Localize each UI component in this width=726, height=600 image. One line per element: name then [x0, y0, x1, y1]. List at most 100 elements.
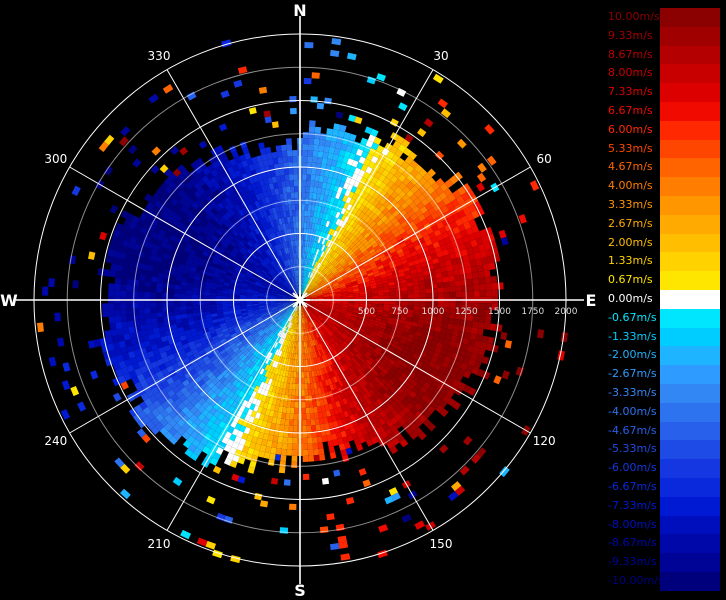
velocity-cell	[295, 389, 299, 396]
velocity-cell	[134, 461, 145, 472]
velocity-cell	[42, 286, 49, 296]
velocity-cell	[126, 302, 133, 310]
velocity-cell	[180, 293, 187, 298]
velocity-cell	[206, 495, 216, 505]
velocity-cell	[301, 192, 306, 199]
velocity-cell	[186, 294, 193, 299]
velocity-cell	[491, 289, 498, 297]
velocity-cell	[71, 185, 81, 196]
velocity-cell	[499, 466, 510, 478]
velocity-cell	[126, 278, 134, 286]
velocity-cell	[234, 301, 241, 304]
velocity-cell	[156, 292, 163, 298]
velocity-cell	[407, 286, 414, 291]
radar-ppi-display[interactable]: 3060120150210240300330500 750 1000 1250 1500…	[0, 0, 600, 600]
velocity-cell	[216, 295, 223, 299]
velocity-cell	[291, 395, 295, 402]
velocity-cell	[134, 267, 141, 275]
velocity-cell	[278, 466, 286, 474]
velocity-cell	[144, 286, 151, 293]
velocity-cell	[313, 454, 320, 462]
velocity-cell	[460, 319, 467, 327]
velocity-cell	[312, 150, 319, 158]
velocity-cell	[169, 279, 176, 285]
velocity-cell	[465, 320, 473, 328]
velocity-cell	[419, 293, 426, 298]
velocity-cell	[120, 315, 128, 322]
velocity-cell	[61, 380, 71, 391]
velocity-cell	[172, 476, 183, 487]
velocity-cell	[453, 269, 460, 276]
velocity-cell	[102, 310, 109, 318]
velocity-cell	[315, 424, 321, 431]
velocity-cell	[198, 301, 205, 306]
velocity-cell	[311, 425, 317, 432]
velocity-cell	[192, 305, 199, 310]
velocity-cell	[307, 144, 314, 151]
velocity-cell	[148, 93, 159, 104]
velocity-cell	[156, 287, 163, 293]
velocity-cell	[267, 459, 275, 466]
velocity-cell	[292, 383, 296, 390]
velocity-cell	[501, 370, 510, 380]
velocity-cell	[326, 128, 334, 136]
velocity-cell	[477, 162, 487, 173]
velocity-cell	[341, 297, 348, 300]
velocity-cell	[362, 479, 371, 488]
velocity-cell	[120, 126, 131, 137]
velocity-cell	[307, 150, 314, 157]
velocity-cell	[289, 503, 297, 510]
velocity-cell	[138, 302, 145, 309]
velocity-cell	[478, 277, 486, 285]
velocity-cell	[311, 168, 317, 175]
velocity-cell	[287, 395, 292, 402]
velocity-cell	[441, 271, 449, 278]
velocity-cell	[116, 264, 124, 272]
velocity-cell	[345, 497, 355, 505]
velocity-cell	[300, 347, 303, 354]
velocity-cell	[284, 419, 290, 426]
velocity-cell	[169, 315, 176, 321]
velocity-cell	[286, 443, 293, 450]
velocity-cell	[138, 280, 146, 287]
velocity-cell	[271, 441, 278, 449]
velocity-cell	[48, 356, 57, 367]
velocity-cell	[464, 326, 472, 334]
velocity-cell	[389, 291, 396, 296]
velocity-cell	[448, 281, 456, 287]
velocity-cell	[485, 290, 492, 297]
velocity-cell	[470, 327, 478, 335]
velocity-cell	[291, 455, 298, 462]
velocity-cell	[301, 186, 306, 193]
velocity-cell	[277, 436, 284, 443]
velocity-cell	[134, 325, 141, 333]
velocity-cell	[485, 283, 492, 291]
velocity-cell	[292, 377, 296, 384]
velocity-cell	[282, 437, 288, 444]
velocity-cell	[198, 291, 205, 295]
velocity-cell	[395, 301, 402, 306]
velocity-cell	[192, 290, 199, 295]
velocity-cell	[318, 448, 325, 455]
velocity-cell	[476, 172, 487, 183]
velocity-cell	[293, 425, 298, 432]
velocity-cell	[150, 286, 157, 293]
velocity-cell	[118, 136, 129, 147]
velocity-cell	[302, 168, 307, 175]
velocity-cell	[318, 145, 325, 152]
velocity-cell	[150, 281, 158, 288]
velocity-cell	[128, 266, 136, 274]
velocity-cell	[473, 284, 480, 291]
velocity-cell	[291, 389, 296, 396]
velocity-cell	[472, 278, 480, 285]
velocity-cell	[109, 204, 119, 214]
velocity-cell	[443, 302, 450, 308]
velocity-cell	[309, 180, 315, 187]
velocity-cell	[484, 316, 492, 324]
velocity-cell	[294, 407, 299, 414]
velocity-cell	[398, 102, 408, 112]
velocity-cell	[114, 303, 121, 310]
velocity-cell	[467, 290, 474, 298]
velocity-cell	[279, 424, 285, 431]
velocity-cell	[174, 293, 181, 298]
